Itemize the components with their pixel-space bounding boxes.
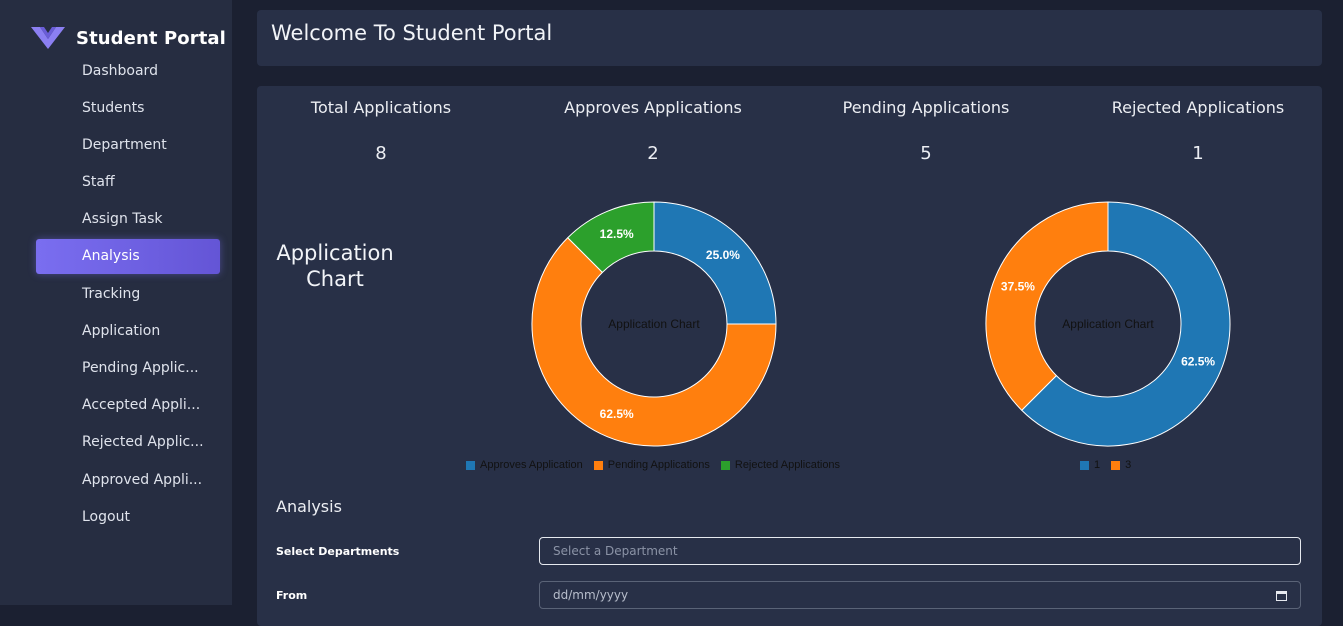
legend-item[interactable]: Rejected Applications bbox=[720, 459, 841, 471]
sidebar-nav: Dashboard Students Department Staff Assi… bbox=[36, 53, 220, 536]
secondary-donut-chart[interactable]: 62.5% 37.5% Application Chart bbox=[983, 199, 1233, 449]
analysis-title: Analysis bbox=[276, 497, 342, 516]
logo-icon bbox=[31, 27, 65, 49]
sidebar-item-application[interactable]: Application bbox=[36, 313, 220, 348]
stat-value: 2 bbox=[647, 143, 659, 164]
slice-label-1-0: 62.5% bbox=[1181, 354, 1215, 368]
legend-label: Rejected Applications bbox=[734, 459, 841, 471]
secondary-chart-legend: 13 bbox=[1080, 459, 1142, 471]
donut-center-title: Application Chart bbox=[608, 317, 700, 331]
legend-swatch bbox=[720, 460, 730, 470]
donut-slice-1-1[interactable] bbox=[985, 201, 1109, 411]
sidebar-item-analysis[interactable]: Analysis bbox=[36, 238, 220, 274]
application-chart-legend: Approves Application Pending Applications… bbox=[466, 459, 851, 471]
chart-heading: Application Chart bbox=[276, 241, 394, 291]
sidebar-item-pending-applications[interactable]: Pending Applic... bbox=[36, 351, 220, 386]
sidebar: Student Portal Dashboard Students Depart… bbox=[0, 0, 232, 605]
sidebar-item-logout[interactable]: Logout bbox=[36, 499, 220, 534]
main-card: Total Applications 8 Approves Applicatio… bbox=[257, 86, 1322, 626]
page-title: Welcome To Student Portal bbox=[271, 21, 553, 45]
sidebar-item-department[interactable]: Department bbox=[36, 127, 220, 162]
legend-item[interactable]: Approves Application bbox=[466, 459, 583, 471]
donut-center-title: Application Chart bbox=[1062, 317, 1154, 331]
department-select-placeholder: Select a Department bbox=[553, 544, 678, 558]
from-date-placeholder: dd/mm/yyyy bbox=[553, 588, 629, 602]
brand[interactable]: Student Portal bbox=[31, 25, 226, 51]
stat-value: 8 bbox=[375, 143, 387, 164]
sidebar-item-students[interactable]: Students bbox=[36, 90, 220, 125]
stat-label: Approves Applications bbox=[564, 98, 742, 117]
header-card: Welcome To Student Portal bbox=[257, 10, 1322, 66]
legend-swatch bbox=[1080, 460, 1089, 470]
slice-label-0-0: 25.0% bbox=[706, 248, 740, 262]
legend-swatch bbox=[466, 460, 475, 470]
calendar-icon[interactable] bbox=[1276, 590, 1287, 601]
slice-label-0-2: 12.5% bbox=[600, 227, 634, 241]
stat-label: Rejected Applications bbox=[1111, 98, 1285, 117]
sidebar-item-approved-applications[interactable]: Approved Appli... bbox=[36, 462, 220, 497]
legend-item[interactable]: Pending Applications bbox=[593, 459, 710, 471]
from-label: From bbox=[276, 589, 308, 602]
slice-label-0-1: 62.5% bbox=[600, 407, 634, 421]
sidebar-item-rejected-applications[interactable]: Rejected Applic... bbox=[36, 425, 220, 460]
sidebar-item-assign-task[interactable]: Assign Task bbox=[36, 202, 220, 237]
select-departments-label: Select Departments bbox=[276, 545, 400, 558]
legend-label: 1 bbox=[1094, 459, 1101, 471]
stat-value: 5 bbox=[920, 143, 932, 164]
brand-name: Student Portal bbox=[76, 27, 226, 49]
legend-label: 3 bbox=[1125, 459, 1132, 471]
legend-swatch bbox=[1111, 460, 1121, 470]
legend-label: Pending Applications bbox=[607, 459, 710, 471]
donut-slice-0-0[interactable] bbox=[653, 201, 777, 325]
legend-item[interactable]: 1 bbox=[1080, 459, 1100, 471]
legend-item[interactable]: 3 bbox=[1111, 459, 1131, 471]
application-donut-chart[interactable]: 25.0% 62.5% 12.5% Application Chart bbox=[529, 199, 779, 449]
sidebar-item-dashboard[interactable]: Dashboard bbox=[36, 53, 220, 88]
legend-label: Approves Application bbox=[480, 459, 583, 471]
legend-swatch bbox=[593, 460, 603, 470]
stat-value: 1 bbox=[1192, 143, 1204, 164]
stat-label: Pending Applications bbox=[842, 98, 1010, 117]
sidebar-item-accepted-applications[interactable]: Accepted Appli... bbox=[36, 388, 220, 423]
sidebar-item-tracking[interactable]: Tracking bbox=[36, 276, 220, 311]
department-select[interactable]: Select a Department bbox=[539, 537, 1301, 565]
slice-label-1-1: 37.5% bbox=[1001, 280, 1035, 294]
stat-label: Total Applications bbox=[310, 98, 452, 117]
sidebar-item-staff[interactable]: Staff bbox=[36, 165, 220, 200]
